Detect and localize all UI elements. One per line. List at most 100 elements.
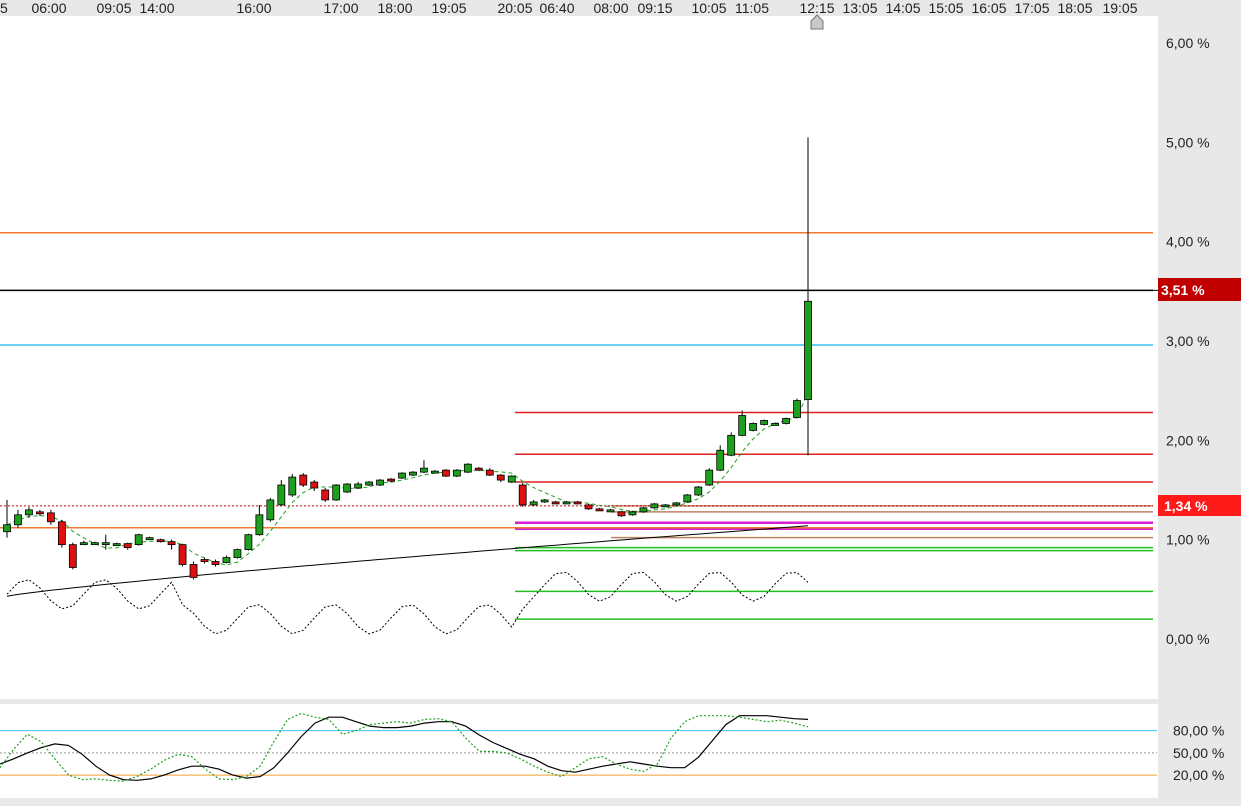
candle-body[interactable] — [738, 415, 747, 436]
candle-body[interactable] — [36, 511, 44, 515]
x-tick-label: 12:15 — [799, 0, 834, 16]
candle-body[interactable] — [452, 469, 461, 477]
candle-body[interactable] — [573, 501, 582, 505]
candle-body[interactable] — [123, 543, 132, 549]
candle-body[interactable] — [112, 543, 121, 547]
candle-body[interactable] — [3, 524, 11, 533]
candle-body[interactable] — [244, 534, 253, 551]
candle-body[interactable] — [46, 512, 55, 523]
chart-canvas: 5 06:00 09:05 14:00 16:00 17:00 18:00 19:05 20:0… — [0, 0, 1241, 806]
candle-body[interactable] — [354, 483, 363, 489]
candle-body[interactable] — [343, 483, 352, 493]
oscillator-y-tick-label: 50,00 % — [1173, 745, 1224, 761]
current-value-badge: 3,51 % — [1158, 278, 1241, 301]
current-time-marker-icon[interactable] — [810, 14, 824, 30]
marker-value-label: 1,34 % — [1164, 498, 1208, 514]
candle-body[interactable] — [485, 469, 494, 476]
candle-body[interactable] — [222, 557, 231, 563]
candle-body[interactable] — [255, 514, 264, 536]
candle-body[interactable] — [101, 542, 110, 546]
candle-body[interactable] — [134, 534, 143, 546]
candle-body[interactable] — [178, 544, 187, 565]
candle-body[interactable] — [200, 559, 209, 562]
candle-body[interactable] — [507, 475, 516, 483]
indicator-plot-area — [0, 704, 1157, 798]
x-tick-label: 5 — [0, 0, 8, 16]
candle-body[interactable] — [420, 467, 428, 473]
candle-body[interactable] — [760, 420, 769, 425]
candle-body[interactable] — [365, 481, 373, 486]
oscillator-y-ticks: 80,00 % 50,00 % 20,00 % — [1173, 723, 1224, 784]
candle-body[interactable] — [661, 504, 670, 508]
candle-body[interactable] — [749, 423, 758, 431]
candle-body[interactable] — [617, 511, 626, 517]
y-tick-label: 4,00 % — [1166, 234, 1210, 250]
candle-body[interactable] — [156, 539, 165, 543]
candle-body[interactable] — [463, 463, 472, 473]
candle-body[interactable] — [376, 479, 384, 486]
candle-body[interactable] — [606, 509, 615, 513]
main-plot-area — [0, 18, 1157, 699]
x-tick-label: 14:00 — [139, 0, 174, 16]
candle-body[interactable] — [595, 508, 604, 512]
candle-body[interactable] — [562, 501, 571, 505]
candle-body[interactable] — [277, 484, 286, 506]
candle-body[interactable] — [310, 481, 319, 489]
x-tick-label: 16:05 — [971, 0, 1006, 16]
candle-body[interactable] — [398, 472, 406, 479]
candle-body[interactable] — [79, 542, 88, 546]
x-tick-label: 09:15 — [637, 0, 672, 16]
candle-body[interactable] — [387, 478, 395, 482]
candle-body[interactable] — [90, 542, 99, 546]
x-tick-label: 19:05 — [431, 0, 466, 16]
candle-body[interactable] — [25, 509, 33, 516]
candle-body[interactable] — [299, 474, 308, 486]
x-tick-label: 19:05 — [1102, 0, 1137, 16]
candle-body[interactable] — [14, 514, 22, 526]
candle-body[interactable] — [716, 449, 725, 471]
current-value-label: 3,51 % — [1161, 282, 1205, 298]
candle-body[interactable] — [628, 511, 637, 516]
x-tick-label: 18:00 — [377, 0, 412, 16]
y-tick-label: 2,00 % — [1166, 432, 1210, 448]
candle-body[interactable] — [211, 561, 220, 565]
x-tick-label: 09:05 — [96, 0, 131, 16]
candle-body[interactable] — [672, 502, 681, 506]
candle-body[interactable] — [650, 503, 659, 509]
candle-body[interactable] — [694, 486, 703, 496]
candle-body[interactable] — [68, 544, 77, 568]
candle-body[interactable] — [540, 499, 549, 503]
candle-body[interactable] — [332, 484, 341, 501]
candle-body[interactable] — [518, 484, 527, 506]
candle-body[interactable] — [782, 418, 790, 424]
candle-body[interactable] — [705, 469, 714, 486]
candle-body[interactable] — [145, 537, 154, 541]
candle-body[interactable] — [474, 467, 483, 471]
candle-body[interactable] — [683, 494, 692, 503]
candle-body[interactable] — [288, 476, 297, 496]
x-tick-label: 10:05 — [691, 0, 726, 16]
candle-body[interactable] — [639, 507, 648, 513]
candle-body[interactable] — [266, 499, 275, 521]
candle-body[interactable] — [804, 300, 812, 401]
candle-body[interactable] — [409, 471, 417, 476]
candle-body[interactable] — [793, 400, 801, 418]
candle-body[interactable] — [771, 423, 779, 426]
x-tick-label: 20:05 — [497, 0, 532, 16]
candle-body[interactable] — [529, 501, 538, 506]
x-tick-label: 06:40 — [539, 0, 574, 16]
candle-body[interactable] — [167, 541, 176, 546]
candle-body[interactable] — [57, 521, 66, 546]
candle-body[interactable] — [727, 434, 736, 456]
candle-body[interactable] — [189, 564, 198, 578]
candle-body[interactable] — [551, 501, 560, 505]
candle-body[interactable] — [431, 470, 439, 474]
x-tick-label: 17:00 — [323, 0, 358, 16]
candle-body[interactable] — [442, 469, 450, 477]
candle-body[interactable] — [584, 504, 593, 510]
candle-body[interactable] — [496, 474, 505, 481]
y-tick-label: 6,00 % — [1166, 35, 1210, 51]
candle-body[interactable] — [321, 489, 330, 501]
candle-body[interactable] — [233, 549, 242, 558]
marker-value-badge: 1,34 % — [1158, 495, 1241, 516]
